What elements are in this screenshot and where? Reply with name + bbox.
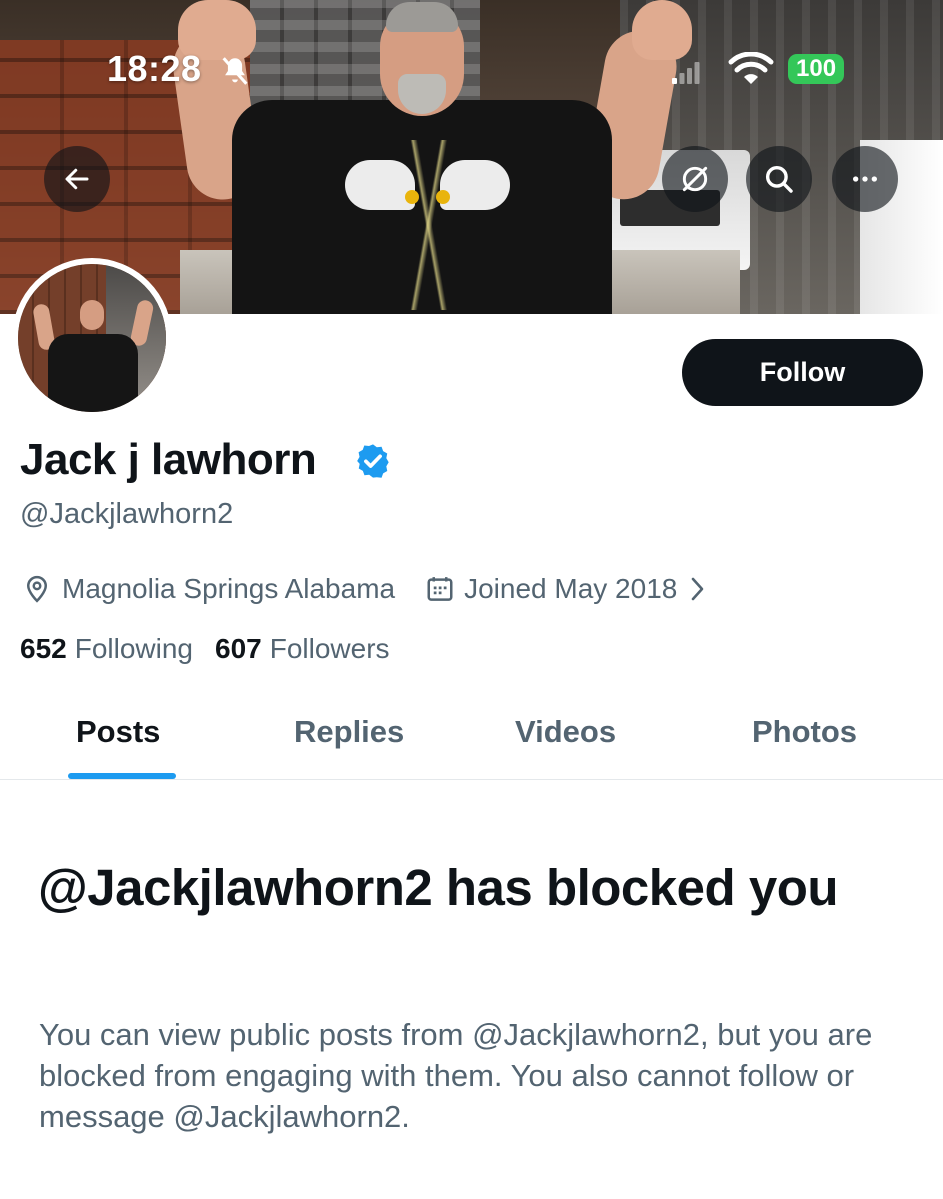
tab-photos[interactable]: Photos bbox=[752, 714, 857, 750]
grok-button[interactable] bbox=[662, 146, 728, 212]
handle: @Jackjlawhorn2 bbox=[20, 498, 234, 530]
more-button[interactable] bbox=[832, 146, 898, 212]
status-time: 18:28 bbox=[107, 48, 202, 89]
followers-count: 607 bbox=[215, 633, 262, 664]
following-count: 652 bbox=[20, 633, 67, 664]
banner-person-head bbox=[380, 2, 464, 116]
followers-label: Followers bbox=[269, 633, 390, 664]
banner-hand-right bbox=[632, 0, 692, 60]
tab-replies[interactable]: Replies bbox=[294, 714, 404, 750]
more-icon bbox=[853, 176, 877, 182]
tab-videos[interactable]: Videos bbox=[515, 714, 616, 750]
banner-eagle-left bbox=[345, 160, 419, 210]
banner-eagle-right bbox=[436, 160, 510, 210]
location-pin-icon bbox=[26, 575, 48, 603]
location-text: Magnolia Springs Alabama bbox=[62, 573, 396, 604]
follow-stats: 652 Following 607 Followers bbox=[20, 633, 390, 665]
avatar-body bbox=[48, 334, 138, 412]
verified-badge-icon[interactable] bbox=[354, 442, 392, 480]
following-link[interactable]: 652 Following bbox=[20, 633, 193, 665]
calendar-icon bbox=[427, 577, 453, 601]
blocked-message: You can view public posts from @Jackjlaw… bbox=[39, 1017, 873, 1134]
search-icon bbox=[765, 165, 793, 193]
tab-posts[interactable]: Posts bbox=[76, 714, 160, 750]
joined-text[interactable]: Joined May 2018 bbox=[464, 573, 677, 605]
follow-button[interactable]: Follow bbox=[682, 339, 923, 406]
signal-icon bbox=[672, 62, 700, 84]
search-button[interactable] bbox=[746, 146, 812, 212]
wifi-icon bbox=[728, 52, 774, 84]
active-tab-indicator bbox=[68, 773, 176, 779]
profile-meta: Magnolia Springs Alabama Joined May 2018 bbox=[22, 570, 709, 608]
chevron-right-icon[interactable] bbox=[687, 576, 709, 602]
bell-slash-icon bbox=[222, 57, 248, 85]
blocked-title: @Jackjlawhorn2 has blocked you bbox=[38, 859, 839, 916]
profile-tabs: Posts Replies Videos Photos bbox=[0, 700, 943, 780]
display-name: Jack j lawhorn bbox=[20, 435, 317, 484]
arrow-left-icon bbox=[65, 168, 89, 190]
following-label: Following bbox=[74, 633, 193, 664]
back-button[interactable] bbox=[44, 146, 110, 212]
avatar-head bbox=[80, 300, 104, 330]
grok-icon bbox=[682, 166, 708, 192]
avatar[interactable] bbox=[12, 258, 172, 418]
battery-indicator: 100 bbox=[788, 54, 845, 84]
followers-link[interactable]: 607 Followers bbox=[215, 633, 390, 665]
